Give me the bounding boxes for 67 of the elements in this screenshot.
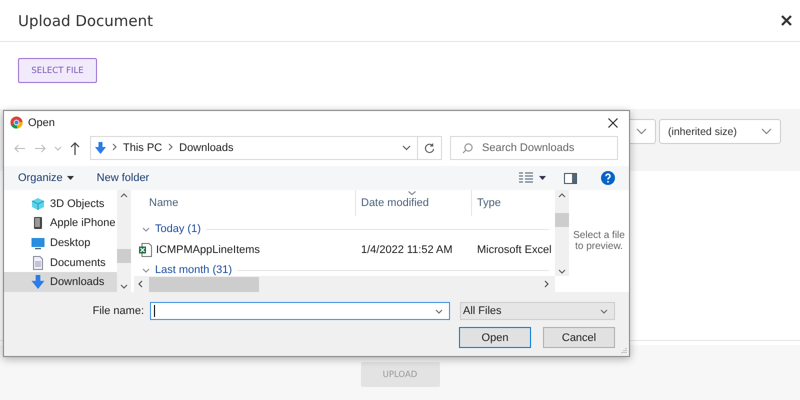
search-icon (462, 142, 473, 154)
scrollbar[interactable] (555, 190, 569, 292)
search-field[interactable]: Search Downloads (450, 136, 618, 160)
download-icon (95, 142, 106, 154)
phone-icon (31, 216, 45, 230)
scroll-down-icon[interactable] (558, 269, 566, 274)
modal-title: Upload Document (18, 12, 154, 30)
download-icon (31, 275, 45, 290)
nav-item[interactable]: 3D Objects (4, 194, 117, 214)
breadcrumb-item[interactable]: This PC (123, 142, 162, 154)
horizontal-scrollbar[interactable] (134, 276, 555, 292)
preview-message: Select a file to preview. (572, 230, 626, 252)
scroll-thumb[interactable] (149, 276, 259, 292)
nav-item[interactable]: Desktop (4, 233, 117, 253)
file-row[interactable]: ICMPMAppLineItems 1/4/2022 11:52 AM Microsoft Excel (134, 239, 555, 260)
scroll-down-icon[interactable] (120, 284, 128, 289)
refresh-icon (424, 142, 435, 154)
cancel-button[interactable]: Cancel (543, 327, 615, 348)
group-header[interactable]: Last month (31) (134, 260, 555, 276)
column-header[interactable]: Type (472, 190, 555, 216)
chevron-icon (600, 308, 608, 314)
dialog-title: Open (28, 116, 55, 128)
organize-menu[interactable]: Organize (18, 172, 74, 184)
sort-indicator-icon (408, 191, 416, 195)
dropdown-caret-icon[interactable] (435, 308, 443, 314)
scrollbar[interactable] (117, 190, 131, 292)
new-folder-button[interactable]: New folder (96, 172, 150, 184)
caret-icon (66, 176, 74, 180)
spreadsheet-icon (139, 242, 152, 256)
preview-pane-icon[interactable] (564, 172, 577, 184)
resize-grip-icon[interactable] (620, 347, 627, 354)
up-arrow-icon[interactable] (70, 142, 80, 154)
file-name-field[interactable] (150, 302, 450, 320)
chevron-icon (636, 128, 647, 135)
column-header[interactable]: Name (134, 190, 356, 216)
chevron-icon[interactable] (142, 268, 150, 272)
size-dropdown[interactable]: (inherited size) (659, 119, 781, 144)
document-icon (31, 256, 45, 270)
close-icon[interactable] (781, 15, 792, 26)
address-bar[interactable]: This PC Downloads (90, 136, 418, 160)
dropdown-caret-icon[interactable] (402, 145, 411, 151)
select-file-button[interactable]: SELECT FILE (18, 58, 97, 83)
desktop-icon (31, 236, 45, 250)
nav-item[interactable]: Documents (4, 252, 117, 272)
chevron-icon (761, 128, 772, 135)
cube-icon (31, 196, 45, 211)
scroll-right-icon[interactable] (544, 280, 549, 288)
column-header[interactable]: Date modified (356, 190, 472, 216)
open-button[interactable]: Open (459, 327, 531, 348)
nav-item[interactable]: Downloads (4, 272, 117, 292)
help-icon[interactable] (601, 171, 615, 185)
scroll-thumb[interactable] (117, 249, 131, 263)
view-options-icon[interactable] (519, 172, 533, 184)
file-type-dropdown[interactable]: All Files (460, 302, 615, 320)
file-name-label: File name: (92, 305, 144, 317)
caret-icon[interactable] (539, 176, 546, 180)
group-header[interactable]: Today (1) (134, 219, 555, 239)
refresh-button[interactable] (417, 136, 442, 160)
breadcrumb-item[interactable]: Downloads (179, 142, 234, 154)
scroll-up-icon[interactable] (558, 193, 566, 198)
close-icon[interactable] (608, 118, 618, 128)
browser-logo-icon (10, 116, 23, 129)
scroll-left-icon[interactable] (138, 280, 143, 288)
scroll-thumb[interactable] (555, 212, 569, 226)
nav-item[interactable]: Apple iPhone (4, 214, 117, 234)
scroll-up-icon[interactable] (120, 193, 128, 198)
chevron-icon[interactable] (142, 226, 150, 232)
